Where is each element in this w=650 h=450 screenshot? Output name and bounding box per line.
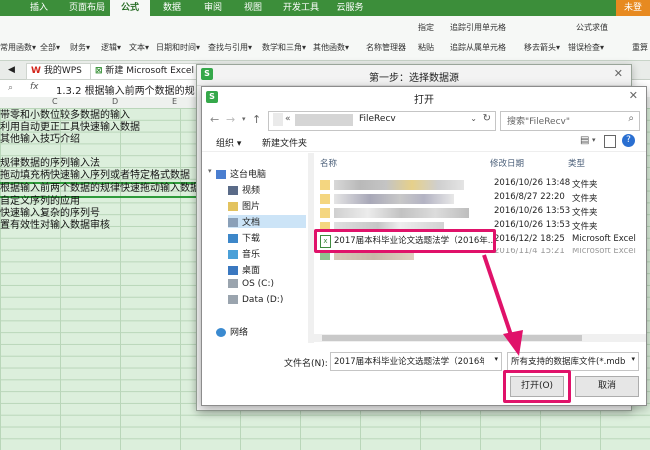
annotation-arrow — [482, 254, 523, 356]
arrow-head — [503, 330, 523, 356]
arrow-shaft — [482, 254, 514, 339]
